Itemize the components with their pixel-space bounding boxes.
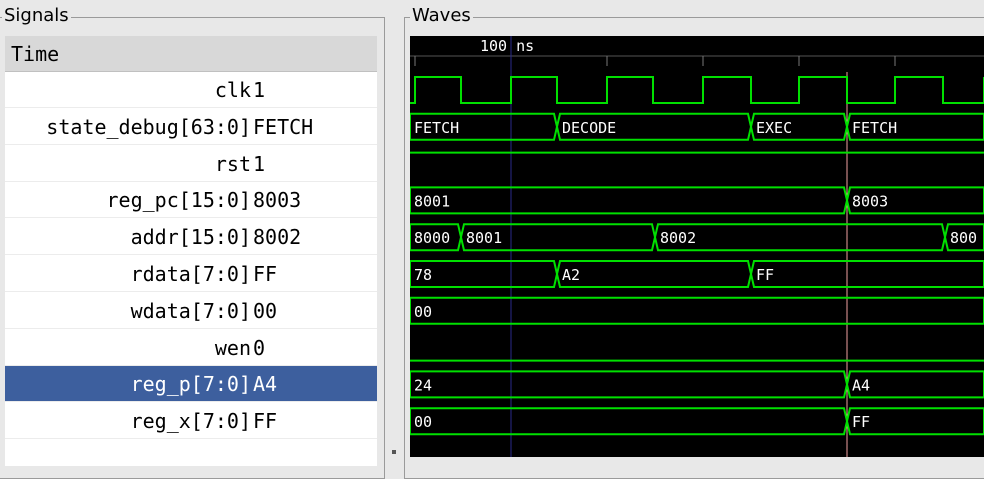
clk-waveform bbox=[410, 76, 984, 104]
time-ruler-label: 100 ns bbox=[480, 37, 534, 55]
signal-value: 1 bbox=[253, 78, 266, 102]
bus-value-label: A4 bbox=[852, 376, 870, 394]
signal-name: rst bbox=[214, 151, 251, 176]
waveform-canvas[interactable]: 100 ns FETCH DECODE EXEC FETCH 8001 8003 8000 80… bbox=[410, 36, 984, 457]
bus-value-label: 78 bbox=[414, 266, 432, 284]
bus-value-label: FETCH bbox=[852, 119, 897, 137]
bus-value-label: 24 bbox=[414, 376, 432, 394]
signal-row[interactable]: reg_x[7:0] FF bbox=[5, 403, 377, 440]
signal-name: reg_x[7:0] bbox=[130, 409, 251, 434]
bus-segment bbox=[410, 186, 849, 215]
signal-row[interactable]: addr[15:0] 8002 bbox=[5, 219, 377, 256]
time-column-label: Time bbox=[11, 42, 60, 66]
bus-value-label: FF bbox=[756, 266, 774, 284]
signal-name: wdata[7:0] bbox=[130, 298, 251, 323]
signal-name: addr[15:0] bbox=[130, 225, 251, 250]
signal-value: 1 bbox=[253, 151, 266, 176]
signal-list-header[interactable]: Time bbox=[5, 36, 377, 72]
signal-row[interactable]: rdata[7:0] FF bbox=[5, 256, 377, 292]
signal-row[interactable]: wen 0 bbox=[5, 330, 377, 366]
signal-name: reg_p[7:0] bbox=[130, 372, 251, 397]
signal-value: FF bbox=[253, 262, 278, 286]
bus-value-label: 8001 bbox=[466, 229, 502, 247]
signal-name: reg_pc[15:0] bbox=[106, 188, 252, 213]
signal-row[interactable]: clk 1 bbox=[5, 72, 377, 108]
scroll-dot-icon bbox=[392, 450, 396, 454]
bus-segment bbox=[555, 260, 753, 288]
signal-name: state_debug[63:0] bbox=[46, 114, 251, 139]
waves-panel-title: Waves bbox=[410, 5, 473, 26]
bus-value-label: EXEC bbox=[756, 119, 792, 137]
bus-value-label: A2 bbox=[562, 266, 580, 284]
signal-value: FF bbox=[253, 409, 278, 434]
signals-panel-title: Signals bbox=[2, 5, 71, 26]
bus-segment bbox=[410, 370, 849, 399]
signal-name: rdata[7:0] bbox=[130, 262, 251, 286]
signal-name: clk bbox=[214, 78, 251, 102]
wave-viewer[interactable]: 100 ns FETCH DECODE EXEC FETCH 8001 8003 8000 80… bbox=[410, 36, 984, 457]
bus-value-label: FETCH bbox=[414, 119, 459, 137]
scrollbar-arrow[interactable] bbox=[384, 448, 404, 457]
bus-value-label: 00 bbox=[414, 413, 432, 431]
signal-row[interactable]: reg_pc[15:0] 8003 bbox=[5, 182, 377, 219]
bus-value-label: DECODE bbox=[562, 119, 616, 137]
signal-row[interactable]: reg_p[7:0] A4 bbox=[5, 366, 377, 403]
signal-value: FETCH bbox=[253, 114, 314, 139]
bus-value-label: 8001 bbox=[414, 192, 450, 210]
bus-value-label: FF bbox=[852, 413, 870, 431]
bus-segment bbox=[749, 260, 984, 288]
signal-value: 0 bbox=[253, 335, 266, 360]
signal-value: 8003 bbox=[253, 188, 302, 213]
signal-row[interactable]: rst 1 bbox=[5, 146, 377, 182]
bus-value-label: 800 bbox=[950, 229, 977, 247]
bus-segment bbox=[410, 407, 849, 436]
bus-value-label: 8002 bbox=[660, 229, 696, 247]
signal-value: A4 bbox=[253, 372, 278, 397]
signal-row[interactable]: wdata[7:0] 00 bbox=[5, 293, 377, 329]
bus-value-label: 8000 bbox=[414, 229, 450, 247]
bus-value-label: 8003 bbox=[852, 192, 888, 210]
signal-list: Time clk 1 state_debug[63:0] FETCH rst 1 reg_p… bbox=[5, 36, 377, 466]
bus-value-label: 00 bbox=[414, 303, 432, 321]
signal-row[interactable]: state_debug[63:0] FETCH bbox=[5, 109, 377, 145]
signal-value: 00 bbox=[253, 298, 278, 323]
signal-value: 8002 bbox=[253, 225, 302, 250]
bus-segment bbox=[653, 223, 947, 252]
signal-name: wen bbox=[214, 335, 251, 360]
bus-segment bbox=[410, 296, 984, 325]
